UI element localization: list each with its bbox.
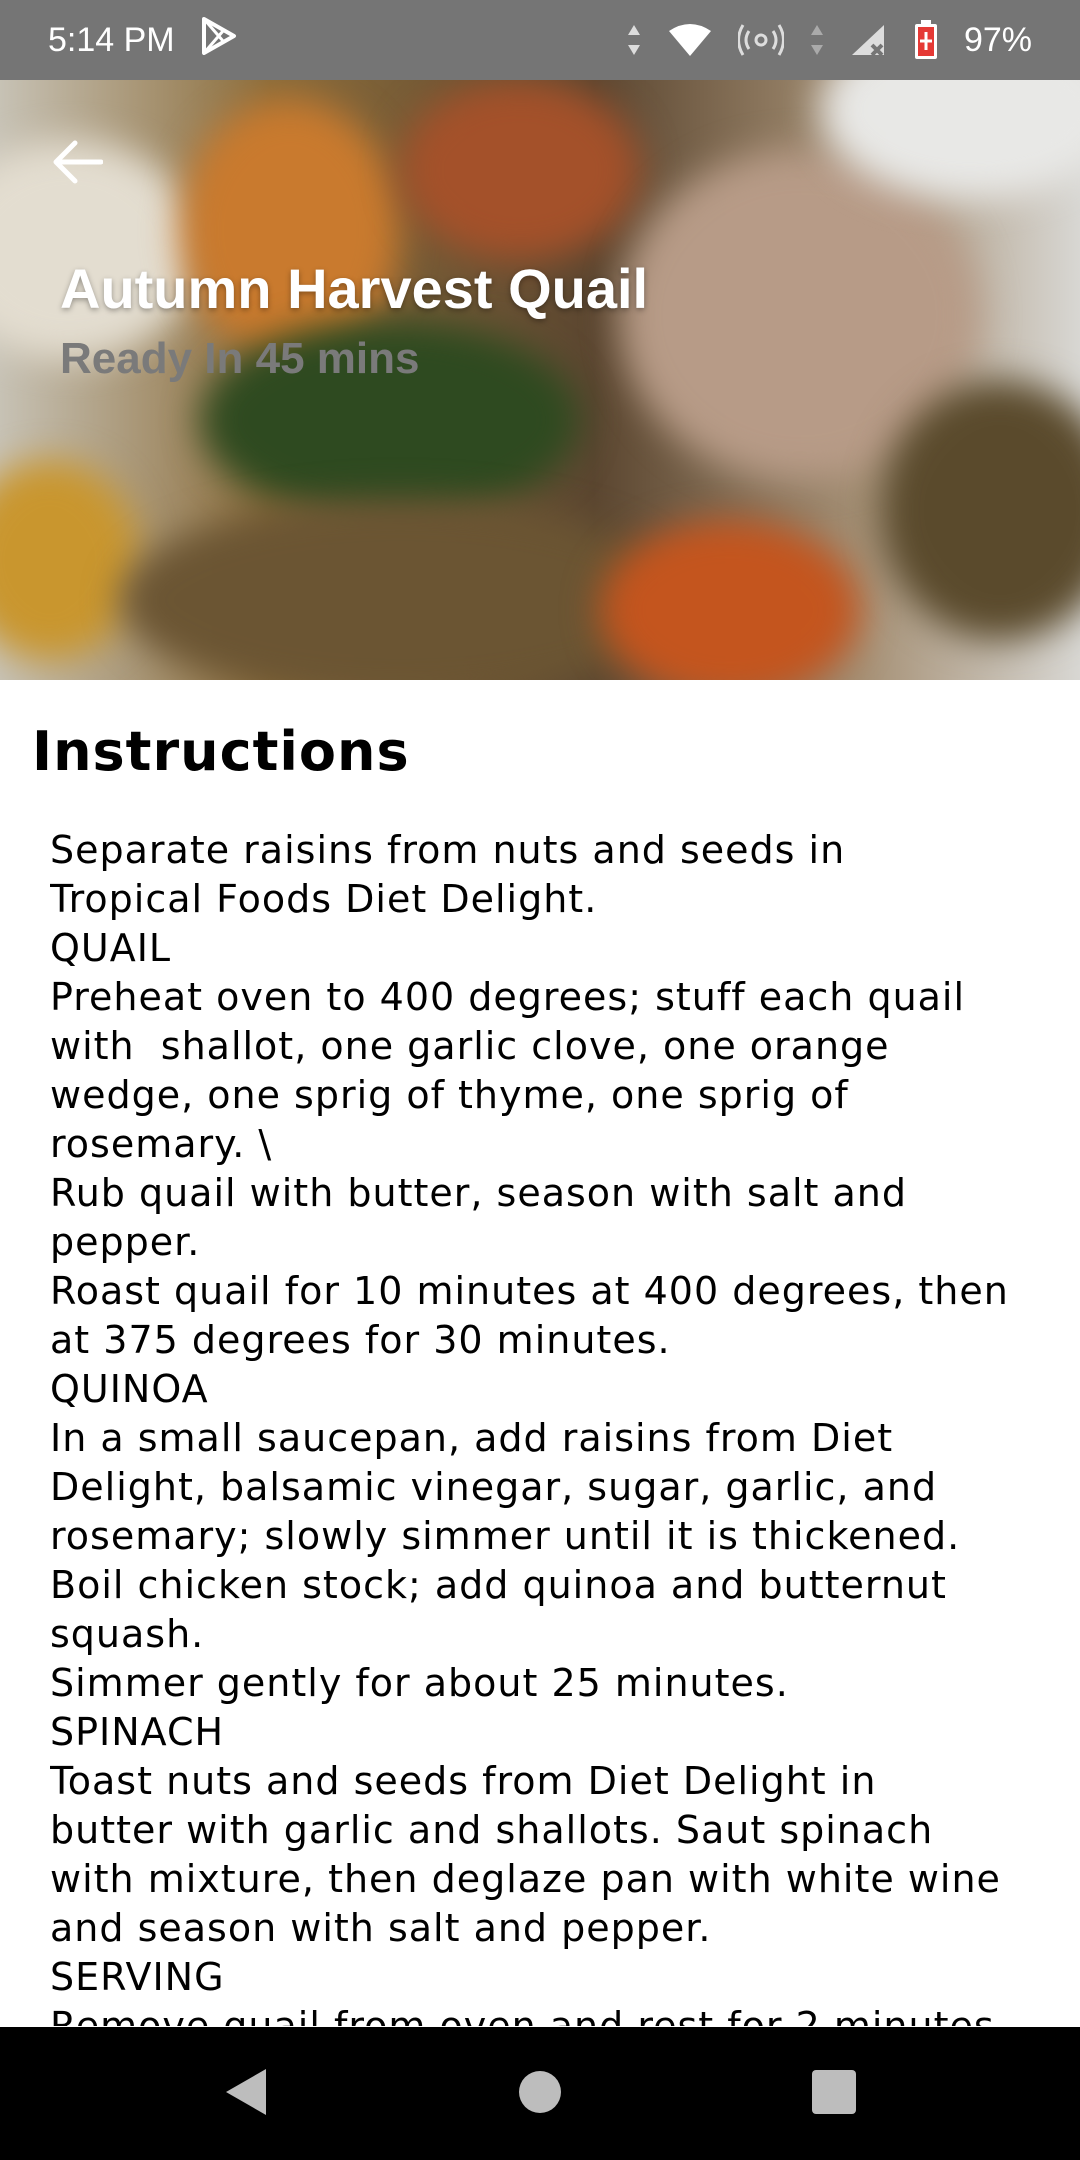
instruction-line: and season with salt and pepper. bbox=[50, 1906, 712, 1950]
instruction-line: rosemary. \ bbox=[50, 1122, 273, 1166]
play-store-icon bbox=[201, 16, 237, 64]
instruction-line: QUAIL bbox=[50, 926, 172, 970]
status-left: 5:14 PM bbox=[48, 16, 237, 64]
recipe-hero-image: Autumn Harvest Quail Ready In 45 mins bbox=[0, 80, 1080, 680]
instruction-line: Simmer gently for about 25 minutes. bbox=[50, 1661, 789, 1705]
instruction-line: rosemary; slowly simmer until it is thic… bbox=[50, 1514, 961, 1558]
nav-home-button[interactable] bbox=[508, 2062, 572, 2126]
instruction-line: Rub quail with butter, season with salt … bbox=[50, 1171, 908, 1215]
instruction-line: Tropical Foods Diet Delight. bbox=[50, 877, 598, 921]
signal-icon bbox=[850, 23, 888, 57]
nav-recents-button[interactable] bbox=[802, 2062, 866, 2126]
arrow-back-icon bbox=[53, 140, 104, 188]
home-circle-icon bbox=[517, 2069, 563, 2119]
instruction-line: pepper. bbox=[50, 1220, 201, 1264]
instruction-line: at 375 degrees for 30 minutes. bbox=[50, 1318, 671, 1362]
instruction-line: squash. bbox=[50, 1612, 205, 1656]
instruction-line: Toast nuts and seeds from Diet Delight i… bbox=[50, 1759, 877, 1803]
battery-icon bbox=[914, 20, 938, 60]
data-arrows-icon bbox=[626, 23, 642, 57]
recipe-title: Autumn Harvest Quail bbox=[60, 257, 649, 320]
instructions-text: Separate raisins from nuts and seeds in T… bbox=[50, 826, 1040, 2026]
battery-percent: 97% bbox=[963, 20, 1032, 59]
instruction-line: wedge, one sprig of thyme, one sprig of bbox=[50, 1073, 849, 1117]
status-right: 97% bbox=[626, 20, 1032, 60]
instruction-line: SPINACH bbox=[50, 1710, 225, 1754]
recents-square-icon bbox=[811, 2069, 857, 2119]
instruction-line: Delight, balsamic vinegar, sugar, garlic… bbox=[50, 1465, 938, 1509]
back-button[interactable] bbox=[46, 132, 110, 196]
instruction-line: QUINOA bbox=[50, 1367, 209, 1411]
instruction-line: with shallot, one garlic clove, one oran… bbox=[50, 1024, 890, 1068]
instructions-heading: Instructions bbox=[32, 720, 410, 783]
navigation-bar bbox=[0, 2027, 1080, 2160]
instruction-line: with mixture, then deglaze pan with whit… bbox=[50, 1857, 1001, 1901]
instruction-line: In a small saucepan, add raisins from Di… bbox=[50, 1416, 894, 1460]
instruction-line: Remove quail from oven and rest for 2 mi… bbox=[50, 2004, 1008, 2026]
instruction-line: Separate raisins from nuts and seeds in bbox=[50, 828, 846, 872]
instruction-line: Boil chicken stock; add quinoa and butte… bbox=[50, 1563, 947, 1607]
status-time: 5:14 PM bbox=[48, 20, 175, 59]
hotspot-icon bbox=[737, 21, 784, 59]
back-triangle-icon bbox=[224, 2067, 268, 2121]
wifi-icon bbox=[668, 23, 712, 57]
nav-back-button[interactable] bbox=[214, 2062, 278, 2126]
instruction-line: Preheat oven to 400 degrees; stuff each … bbox=[50, 975, 966, 1019]
status-bar: 5:14 PM 97% bbox=[0, 0, 1080, 80]
data-arrows-2-icon bbox=[810, 23, 824, 57]
instruction-line: butter with garlic and shallots. Saut sp… bbox=[50, 1808, 934, 1852]
ready-time: Ready In 45 mins bbox=[60, 334, 420, 383]
instruction-line: SERVING bbox=[50, 1955, 225, 1999]
instruction-line: Roast quail for 10 minutes at 400 degree… bbox=[50, 1269, 1009, 1313]
